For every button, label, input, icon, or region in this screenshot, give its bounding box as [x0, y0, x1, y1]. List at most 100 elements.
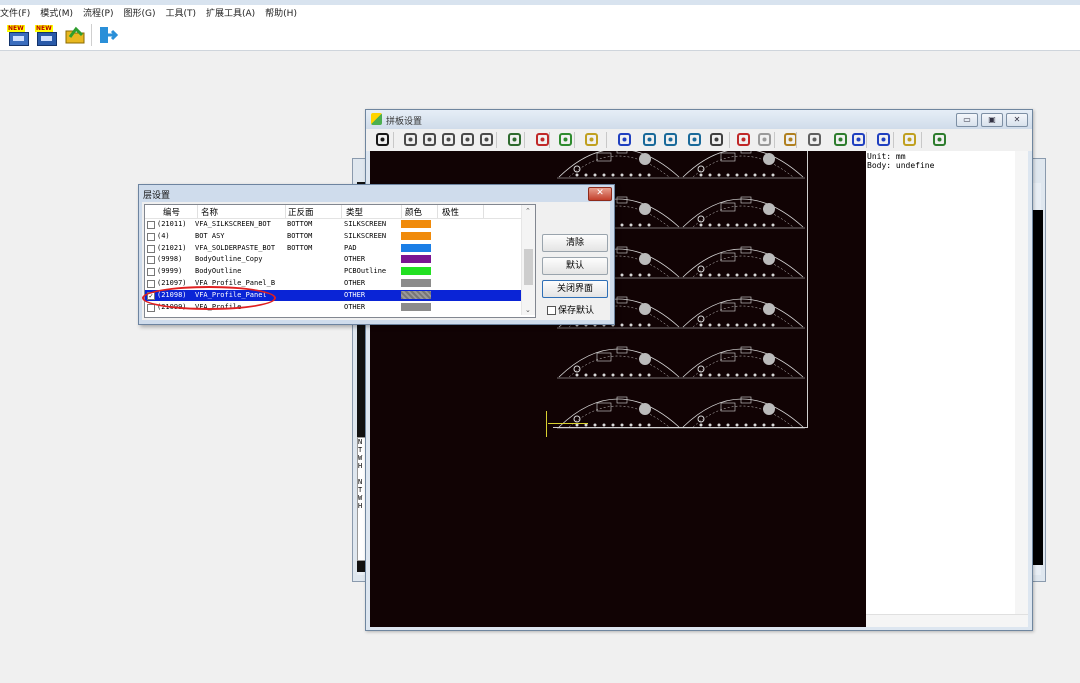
layer-color-swatch[interactable]	[401, 243, 431, 252]
menu-ext-tools[interactable]: 扩展工具(A)	[206, 6, 260, 19]
close-dialog-button[interactable]: 关闭界面	[542, 280, 608, 298]
layer-name: VFA_Profile_Panel	[195, 290, 267, 299]
menu-file[interactable]: 文件(F)	[0, 6, 35, 19]
layer-checkbox[interactable]	[147, 221, 155, 229]
layer-checkbox[interactable]	[147, 244, 155, 253]
layer-row[interactable]: (21099) VFA_Profile OTHER	[145, 302, 521, 313]
new-board-button[interactable]: NEW	[34, 24, 58, 46]
main-toolbar: NEW NEW	[0, 20, 1080, 51]
zoom-in-icon[interactable]	[423, 133, 436, 146]
open-folder-button[interactable]	[63, 24, 87, 46]
col-type[interactable]: 类型	[346, 206, 363, 218]
rotate-icon[interactable]	[808, 133, 821, 146]
layer-id: (9998)	[157, 255, 183, 264]
close-button[interactable]: ✕	[1006, 113, 1028, 127]
layer-color-swatch[interactable]	[401, 279, 431, 287]
layer-settings-dialog: 层设置 ✕ 编号 名称 正反面 类型 颜色 极性 (21011) VFA_SILK…	[138, 184, 615, 325]
pcb-board	[681, 179, 805, 229]
layer-color-swatch[interactable]	[401, 255, 431, 264]
measure-angle-icon[interactable]	[710, 133, 723, 146]
layer-color-swatch[interactable]	[401, 302, 431, 311]
layer-name: VFA_Profile	[195, 302, 242, 311]
menu-tools[interactable]: 工具(T)	[165, 6, 201, 19]
zoom-previous-icon[interactable]	[480, 133, 493, 146]
pcb-board	[557, 379, 681, 429]
layer-color-swatch[interactable]	[401, 290, 431, 299]
minimize-button[interactable]: ▭	[956, 113, 978, 127]
layer-row[interactable]: (21011) VFA_SILKSCREEN_BOT BOTTOM SILKSCREE…	[145, 219, 521, 230]
layer-checkbox[interactable]: ✓	[147, 291, 155, 300]
target-icon[interactable]	[536, 133, 549, 146]
run-icon[interactable]	[933, 133, 946, 146]
col-polarity[interactable]: 极性	[442, 206, 459, 218]
exit-icon	[100, 27, 119, 43]
pcb-board	[681, 329, 805, 379]
unit-text: Unit: mm	[867, 152, 906, 161]
layer-checkbox[interactable]	[147, 268, 155, 277]
default-button[interactable]: 默认	[542, 257, 608, 275]
layer-row[interactable]: (9998) BodyOutline_Copy OTHER	[145, 254, 521, 265]
info-hscrollbar[interactable]	[866, 614, 1028, 627]
cross-icon[interactable]	[834, 133, 847, 146]
menu-process[interactable]: 流程(P)	[83, 6, 118, 19]
layer-list: 编号 名称 正反面 类型 颜色 极性 (21011) VFA_SILKSCREEN…	[144, 204, 536, 318]
scroll-up-icon[interactable]: ⌃	[525, 207, 531, 215]
col-id[interactable]: 编号	[163, 206, 180, 218]
menu-help[interactable]: 帮助(H)	[265, 6, 302, 19]
layer-id: (21021)	[157, 243, 187, 252]
info-scrollbar[interactable]	[1015, 151, 1028, 615]
layer-checkbox[interactable]	[147, 280, 155, 288]
scroll-down-icon[interactable]: ⌄	[525, 306, 531, 314]
spacing-2-icon[interactable]	[758, 133, 771, 146]
new-project-button[interactable]: NEW	[6, 24, 30, 46]
gear-icon[interactable]	[508, 133, 521, 146]
zoom-out-icon[interactable]	[442, 133, 455, 146]
menu-graphics[interactable]: 图形(G)	[123, 6, 160, 19]
pcb-board	[681, 229, 805, 279]
close-icon: ✕	[596, 188, 604, 198]
window-titlebar[interactable]: 拼板设置 ▭ ▣ ✕	[366, 110, 1032, 129]
scroll-thumb[interactable]	[524, 249, 533, 285]
triangle-icon[interactable]	[643, 133, 656, 146]
spacing-icon[interactable]	[737, 133, 750, 146]
layers-icon[interactable]	[559, 133, 572, 146]
layer-checkbox[interactable]	[147, 256, 155, 265]
col-name[interactable]: 名称	[201, 206, 218, 218]
layer-row[interactable]: (21097) VFA_Profile_Panel_B OTHER	[145, 278, 521, 289]
keep-default-checkbox[interactable]: 保存默认	[547, 303, 594, 316]
export-icon[interactable]	[903, 133, 916, 146]
align-icon[interactable]	[618, 133, 631, 146]
layer-row[interactable]: (21021) VFA_SOLDERPASTE_BOT BOTTOM PAD	[145, 243, 521, 254]
zoom-all-icon[interactable]	[404, 133, 417, 146]
dialog-close-button[interactable]: ✕	[588, 187, 612, 201]
col-side[interactable]: 正反面	[288, 206, 314, 218]
layer-id: (21011)	[157, 220, 187, 228]
grid-icon[interactable]	[877, 133, 890, 146]
pcb-board	[557, 151, 681, 179]
maximize-button[interactable]: ▣	[981, 113, 1003, 127]
layer-checkbox[interactable]	[147, 303, 155, 312]
exit-button[interactable]	[96, 24, 120, 46]
layer-id: (21097)	[157, 279, 187, 287]
h-icon[interactable]	[852, 133, 865, 146]
layer-row[interactable]: ✓ (21098) VFA_Profile_Panel OTHER	[145, 289, 521, 301]
save-icon[interactable]	[376, 133, 389, 146]
clear-button[interactable]: 清除	[542, 234, 608, 252]
zoom-area-icon[interactable]	[461, 133, 474, 146]
layer-type: OTHER	[344, 290, 366, 299]
layer-color-swatch[interactable]	[401, 267, 431, 276]
layer-row[interactable]: (4) BOT ASY BOTTOM SILKSCREEN	[145, 231, 521, 242]
menu-mode[interactable]: 模式(M)	[40, 6, 78, 19]
info-icon[interactable]	[585, 133, 598, 146]
triangle-3-icon[interactable]	[688, 133, 701, 146]
triangle-2-icon[interactable]	[664, 133, 677, 146]
layer-color-swatch[interactable]	[401, 231, 431, 240]
layer-color-swatch[interactable]	[401, 220, 431, 228]
layer-side: BOTTOM	[287, 243, 313, 252]
layer-checkbox[interactable]	[147, 232, 155, 241]
layer-row[interactable]: (9999) BodyOutline PCBOutline	[145, 266, 521, 277]
layer-list-scrollbar[interactable]: ⌃ ⌄	[521, 205, 535, 315]
checkbox-box[interactable]	[547, 306, 556, 315]
pcb-board	[681, 279, 805, 329]
col-color[interactable]: 颜色	[405, 206, 422, 218]
